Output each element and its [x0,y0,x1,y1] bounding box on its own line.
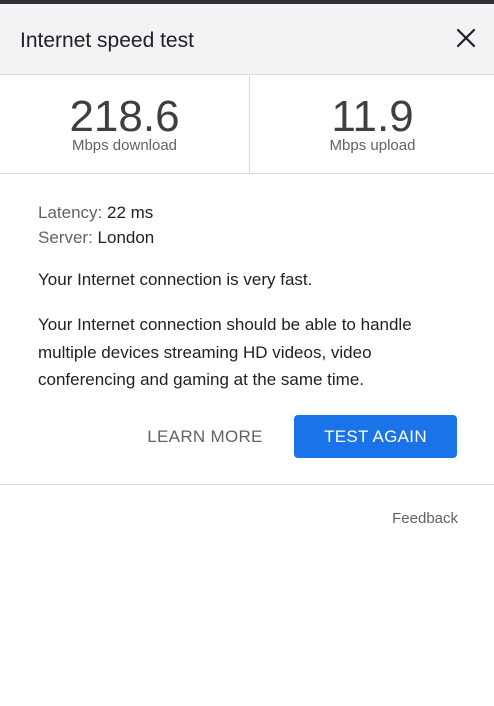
upload-value: 11.9 [331,92,414,141]
speed-description: Your Internet connection should be able … [38,315,412,389]
latency-label: Latency: [38,203,103,222]
latency-row: Latency: 22 ms [38,200,458,225]
server-label: Server: [38,228,93,247]
speed-summary: Your Internet connection is very fast. [38,270,313,289]
upload-metric: 11.9 Mbps upload [251,75,494,173]
upload-label: Mbps upload [329,137,416,154]
dialog-title: Internet speed test [20,29,194,52]
test-details: Latency: 22 ms Server: London [38,200,458,250]
download-label: Mbps download [71,137,178,154]
test-again-button[interactable]: TEST AGAIN [294,415,457,458]
download-value: 218.6 [69,92,180,141]
speed-metrics: 218.6 Mbps download 11.9 Mbps upload [0,75,494,174]
footer-divider [0,484,494,485]
server-row: Server: London [38,225,458,250]
dialog-header: Internet speed test [0,4,494,75]
feedback-link[interactable]: Feedback [380,509,458,529]
latency-value: 22 ms [107,203,154,222]
close-button[interactable] [450,22,482,54]
server-value: London [97,228,155,247]
learn-more-button[interactable]: LEARN MORE [131,416,279,458]
download-metric: 218.6 Mbps download [0,75,250,173]
close-icon [456,28,476,48]
